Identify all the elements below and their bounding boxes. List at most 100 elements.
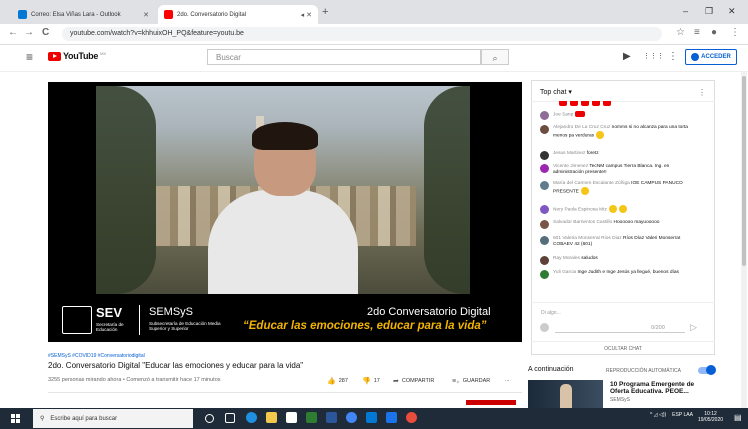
video-frame xyxy=(96,86,470,294)
chat-message: Yuli Garcia Inge Judith e Inge Jesús ya … xyxy=(540,270,700,279)
meet-icon[interactable] xyxy=(386,412,397,423)
task-view-icon[interactable] xyxy=(225,413,235,423)
url-field[interactable]: youtube.com/watch?v=khhuixOH_PQ&feature=… xyxy=(62,27,662,41)
avatar xyxy=(540,164,549,173)
close-tab-icon[interactable]: ✕ xyxy=(143,11,149,19)
edge-icon[interactable] xyxy=(246,412,257,423)
chat-author[interactable]: Salvador Barrientos Castillo xyxy=(553,220,612,225)
notification-icon[interactable]: ▤ xyxy=(734,413,742,422)
share-label: COMPARTIR xyxy=(401,378,435,384)
bookmark-star-icon[interactable]: ☆ xyxy=(676,27,685,38)
tree-foliage-right xyxy=(424,86,470,294)
tray-icons: ^ ◿ ◁)) xyxy=(650,412,667,418)
video-hashtags[interactable]: #SEMSyS #COVID19 #Conversatoriodigital xyxy=(48,353,145,359)
forward-button[interactable]: → xyxy=(24,27,34,38)
chat-message: María del Carmen Escalante Zúñiga IOE CA… xyxy=(540,181,700,195)
save-button[interactable]: ≡₊ GUARDAR xyxy=(452,377,490,385)
speaker-hair xyxy=(252,122,318,150)
create-video-icon[interactable]: ▶ xyxy=(623,51,631,62)
emoji-icon xyxy=(580,187,589,195)
chat-author[interactable]: María del Carmen Escalante Zúñiga xyxy=(553,181,630,186)
back-button[interactable]: ← xyxy=(8,27,18,38)
chat-author[interactable]: Ray Morales xyxy=(553,256,580,261)
cortana-icon[interactable] xyxy=(205,414,214,423)
taskbar-clock[interactable]: 10:12 19/05/2020 xyxy=(698,411,723,423)
hide-chat-button[interactable]: OCULTAR CHAT xyxy=(531,341,715,355)
emoji-icon xyxy=(570,101,578,106)
emoji-icon xyxy=(581,101,589,106)
scrollbar-thumb[interactable] xyxy=(742,76,746,266)
close-tab-icon[interactable]: ◂ ✕ xyxy=(301,11,312,19)
new-tab-button[interactable]: + xyxy=(322,6,328,18)
browser-menu-icon[interactable]: ⋮ xyxy=(730,27,740,38)
close-window-button[interactable]: ✕ xyxy=(728,6,736,17)
youtube-logo[interactable]: YouTube MX xyxy=(48,51,106,61)
subscribe-button[interactable] xyxy=(466,400,516,405)
veracruz-seal-icon xyxy=(62,306,92,334)
profile-icon[interactable]: ● xyxy=(711,27,717,38)
thumbs-down-icon: 👎 xyxy=(362,378,371,385)
tree-foliage-left xyxy=(96,86,156,294)
send-icon[interactable]: ▷ xyxy=(690,322,697,333)
chat-input[interactable]: Di algo... xyxy=(541,310,561,316)
excel-icon[interactable] xyxy=(306,412,317,423)
chat-message: Jesus Martinez foretz xyxy=(540,151,700,160)
up-next-title[interactable]: 10 Programa Emergente de Oferta Educativ… xyxy=(610,381,710,395)
up-next-label: A continuación xyxy=(528,366,574,373)
maximize-button[interactable]: ❐ xyxy=(705,6,713,17)
chrome-icon[interactable] xyxy=(346,412,357,423)
up-next-channel[interactable]: SEMSyS xyxy=(610,397,630,403)
file-explorer-icon[interactable] xyxy=(266,412,277,423)
chat-author[interactable]: Nery Paola Espinosa Mtz xyxy=(553,207,607,212)
like-button[interactable]: 👍 287 xyxy=(327,377,348,385)
tab-youtube[interactable]: 2do. Conversatorio Digital ◂ ✕ xyxy=(158,5,318,24)
search-icon: ⚲ xyxy=(40,416,45,422)
word-icon[interactable] xyxy=(326,412,337,423)
chat-text: foretz xyxy=(586,151,599,156)
chat-author[interactable]: Alejandro De La Cruz Cruz xyxy=(553,125,610,130)
dislike-button[interactable]: 👎 17 xyxy=(362,377,380,385)
taskbar-search[interactable]: ⚲ Escribe aquí para buscar xyxy=(33,409,193,428)
search-button[interactable]: ⌕ xyxy=(481,49,509,65)
avatar xyxy=(540,181,549,190)
share-button[interactable]: ➦ COMPARTIR xyxy=(393,377,434,385)
like-count: 287 xyxy=(338,378,348,384)
account-icon xyxy=(691,53,700,61)
chat-author[interactable]: Joe Sanp xyxy=(553,112,573,117)
avatar xyxy=(540,151,549,160)
outlook-icon[interactable] xyxy=(366,412,377,423)
info-divider xyxy=(48,392,522,393)
minimize-button[interactable]: – xyxy=(683,6,688,16)
hamburger-menu-icon[interactable]: ≡ xyxy=(26,50,33,64)
settings-more-icon[interactable]: ⋮ xyxy=(668,51,678,62)
store-icon[interactable] xyxy=(286,412,297,423)
chat-author[interactable]: Jesus Martinez xyxy=(553,151,585,156)
search-input[interactable]: Buscar xyxy=(207,49,481,65)
save-label: GUARDAR xyxy=(462,378,491,384)
sign-in-button[interactable]: ACCEDER xyxy=(685,49,737,65)
system-tray[interactable]: ^ ◿ ◁)) ESP LAA xyxy=(650,412,693,418)
char-counter: 0/200 xyxy=(651,325,665,331)
chat-message: Nery Paola Espinosa Mtz xyxy=(540,205,700,214)
tab-outlook[interactable]: Correo: Elsa Viñas Lara - Outlook ✕ xyxy=(12,5,155,24)
tab-label: 2do. Conversatorio Digital xyxy=(177,11,247,18)
apps-grid-icon[interactable]: ⋮⋮⋮ xyxy=(643,52,664,60)
speaker-shirt xyxy=(208,190,358,294)
chat-author[interactable]: Yuli Garcia xyxy=(553,270,576,275)
windows-start-icon[interactable] xyxy=(11,414,20,423)
chat-author[interactable]: Vicente Jimenez xyxy=(553,164,588,169)
chat-text: Inge Judith e Inge Jesús ya llegué, buen… xyxy=(577,270,679,275)
chat-mode-dropdown[interactable]: Top chat ▾ xyxy=(540,88,572,96)
reload-button[interactable]: C xyxy=(42,27,49,38)
chat-menu-icon[interactable]: ⋮ xyxy=(698,88,706,97)
reading-list-icon[interactable]: ≡ xyxy=(694,27,700,38)
more-actions-button[interactable]: ... xyxy=(505,377,510,383)
chrome-active-icon[interactable] xyxy=(406,412,417,423)
avatar xyxy=(540,111,549,120)
chat-author[interactable]: 601 Valeria Monserrat Rios Diaz xyxy=(553,236,622,241)
chat-text: Hoooooo mayuooooo xyxy=(613,220,660,225)
event-motto: “Educar las emociones, educar para la vi… xyxy=(243,320,487,332)
autoplay-toggle-knob[interactable] xyxy=(706,365,716,375)
taskbar-search-placeholder: Escribe aquí para buscar xyxy=(50,415,118,422)
thumbnail-person xyxy=(560,384,572,408)
